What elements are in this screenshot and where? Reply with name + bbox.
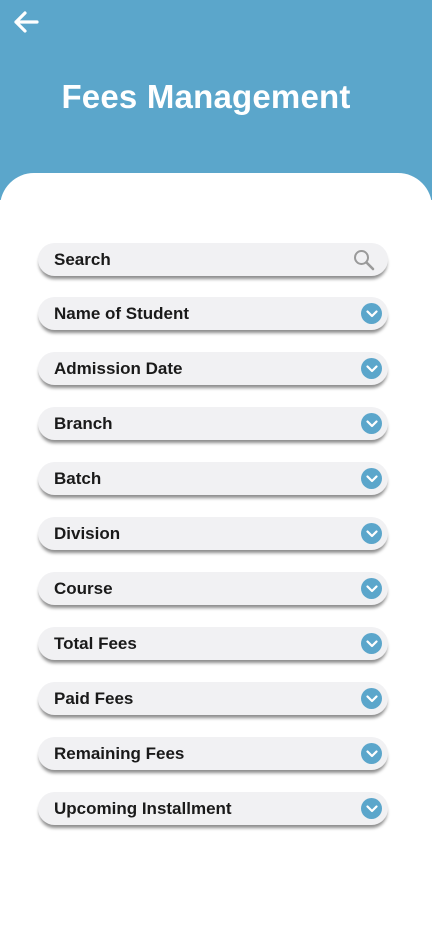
paid-fees-dropdown[interactable]: Paid Fees [38,682,388,715]
search-label: Search [54,250,111,269]
back-button[interactable] [10,8,42,36]
upcoming-installment-dropdown[interactable]: Upcoming Installment [38,792,388,825]
chevron-down-icon[interactable] [361,523,382,544]
batch-dropdown[interactable]: Batch [38,462,388,495]
field-label: Course [54,579,113,598]
chevron-down-icon[interactable] [361,798,382,819]
field-label: Total Fees [54,634,137,653]
chevron-down-icon[interactable] [361,358,382,379]
admission-date-dropdown[interactable]: Admission Date [38,352,388,385]
field-label: Paid Fees [54,689,134,708]
arrow-left-icon [14,11,39,33]
header: Fees Management [0,0,432,200]
field-label: Branch [54,414,113,433]
course-dropdown[interactable]: Course [38,572,388,605]
remaining-fees-dropdown[interactable]: Remaining Fees [38,737,388,770]
field-label: Admission Date [54,359,183,378]
chevron-down-icon[interactable] [361,303,382,324]
field-label: Batch [54,469,102,488]
field-label: Division [54,524,121,543]
chevron-down-icon[interactable] [361,468,382,489]
chevron-down-icon[interactable] [361,413,382,434]
division-dropdown[interactable]: Division [38,517,388,550]
page-title: Fees Management [61,78,351,115]
search-field[interactable]: Search [38,243,388,276]
chevron-down-icon[interactable] [361,743,382,764]
search-icon[interactable] [352,248,376,272]
total-fees-dropdown[interactable]: Total Fees [38,627,388,660]
form-card: Search Name of Student Admission Date Br… [0,173,432,936]
chevron-down-icon[interactable] [361,688,382,709]
field-label: Remaining Fees [54,744,185,763]
chevron-down-icon[interactable] [361,578,382,599]
name-of-student-dropdown[interactable]: Name of Student [38,297,388,330]
branch-dropdown[interactable]: Branch [38,407,388,440]
field-label: Name of Student [54,304,190,323]
field-label: Upcoming Installment [54,799,232,818]
chevron-down-icon[interactable] [361,633,382,654]
